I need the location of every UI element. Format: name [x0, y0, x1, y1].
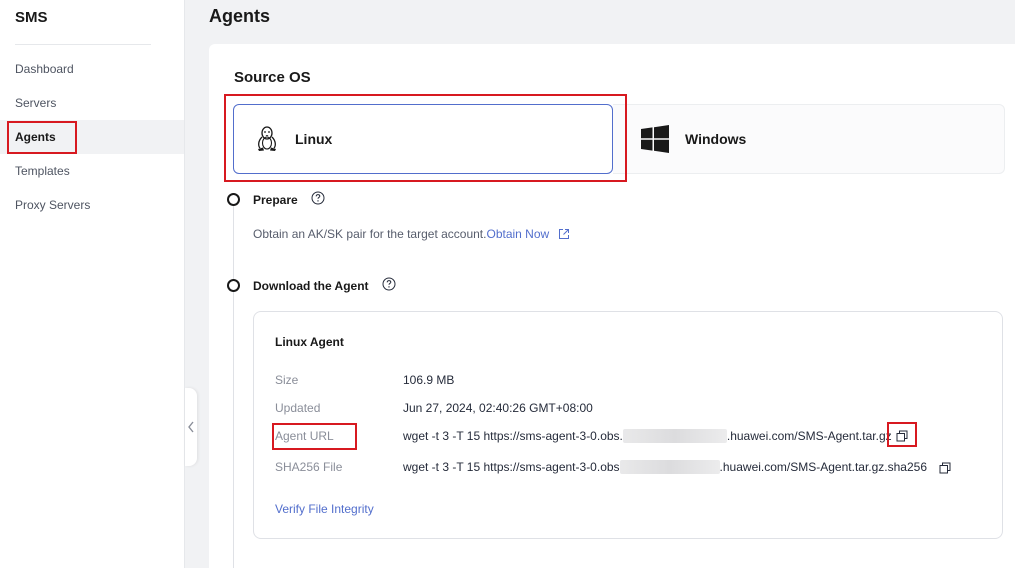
sidebar: SMS Dashboard Servers Agents Templates P…	[0, 0, 185, 568]
agent-info-panel: Linux Agent Size 106.9 MB Updated Jun 27…	[253, 311, 1003, 539]
sha256-prefix: wget -t 3 -T 15 https://sms-agent-3-0.ob…	[403, 460, 620, 474]
obtain-now-link[interactable]: Obtain Now	[486, 227, 549, 241]
sidebar-item-agents[interactable]: Agents	[0, 120, 184, 154]
agent-url-value[interactable]: wget -t 3 -T 15 https://sms-agent-3-0.ob…	[403, 429, 892, 443]
size-value: 106.9 MB	[403, 373, 455, 387]
highlight-box	[7, 121, 77, 154]
redacted-text	[619, 460, 720, 474]
os-option-linux[interactable]: Linux	[233, 104, 613, 174]
os-option-label: Linux	[295, 131, 333, 147]
os-option-label: Windows	[685, 131, 747, 147]
sidebar-collapse-button[interactable]	[185, 388, 197, 466]
step-marker	[227, 279, 240, 292]
step-description: Obtain an AK/SK pair for the target acco…	[253, 227, 570, 241]
main-content: Source OS Linux Windows Prepare Obtain a…	[209, 44, 1015, 568]
divider	[15, 44, 151, 45]
step-description-text: Obtain an AK/SK pair for the target acco…	[253, 227, 487, 241]
sidebar-item-servers[interactable]: Servers	[0, 86, 184, 120]
redacted-text	[622, 429, 727, 443]
sha256-label: SHA256 File	[275, 460, 343, 474]
sidebar-item-dashboard[interactable]: Dashboard	[0, 52, 184, 86]
step-timeline	[233, 204, 234, 568]
os-option-windows[interactable]: Windows	[613, 104, 1005, 174]
linux-penguin-icon	[253, 125, 281, 153]
sidebar-item-templates[interactable]: Templates	[0, 154, 184, 188]
agent-url-suffix: .huawei.com/SMS-Agent.tar.gz	[726, 429, 892, 443]
updated-value: Jun 27, 2024, 02:40:26 GMT+08:00	[403, 401, 593, 415]
agent-url-label: Agent URL	[275, 429, 334, 443]
updated-label: Updated	[275, 401, 321, 415]
external-link-icon[interactable]	[558, 228, 570, 240]
sha256-suffix: .huawei.com/SMS-Agent.tar.gz.sha256	[719, 460, 927, 474]
source-os-title: Source OS	[234, 69, 311, 86]
windows-logo-icon	[641, 125, 669, 153]
verify-file-integrity-link[interactable]: Verify File Integrity	[275, 502, 374, 516]
page-title: Agents	[209, 6, 271, 26]
copy-icon[interactable]	[896, 430, 908, 442]
step-title-prepare: Prepare	[253, 193, 298, 207]
size-label: Size	[275, 373, 299, 387]
help-icon[interactable]	[382, 277, 396, 291]
chevron-left-icon	[188, 421, 194, 433]
step-title-download: Download the Agent	[253, 279, 369, 293]
help-icon[interactable]	[311, 191, 325, 205]
brand-title: SMS	[15, 9, 48, 26]
sidebar-item-proxy-servers[interactable]: Proxy Servers	[0, 188, 184, 222]
agent-url-prefix: wget -t 3 -T 15 https://sms-agent-3-0.ob…	[403, 429, 623, 443]
panel-title: Linux Agent	[275, 335, 344, 349]
step-marker	[227, 193, 240, 206]
copy-icon[interactable]	[939, 462, 951, 474]
sha256-value[interactable]: wget -t 3 -T 15 https://sms-agent-3-0.ob…	[403, 460, 927, 474]
